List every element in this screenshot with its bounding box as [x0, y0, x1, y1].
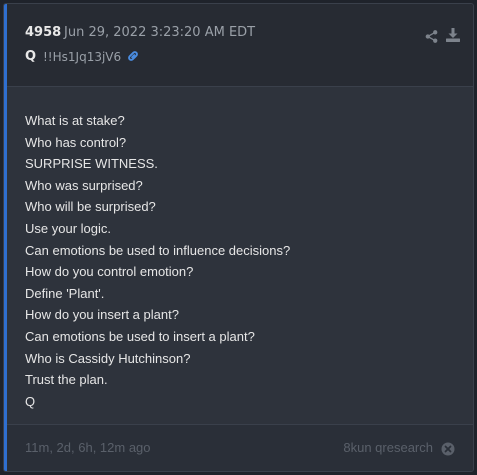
message-line: Trust the plan.	[25, 372, 108, 388]
post-number[interactable]: 4958	[25, 25, 61, 40]
message-line: SURPRISE WITNESS.	[25, 156, 158, 172]
message-line: How do you control emotion?	[25, 264, 194, 280]
message-line: Who will be surprised?	[25, 199, 156, 215]
post-header: 4958 Jun 29, 2022 3:23:20 AM EDT Q !!Hs1…	[7, 4, 473, 87]
message-line: Who is Cassidy Hutchinson?	[25, 350, 191, 366]
message-line: Q	[25, 393, 36, 409]
time-ago: 11m, 2d, 6h, 12m ago	[25, 440, 151, 455]
share-icon[interactable]	[425, 28, 438, 43]
link-icon[interactable]	[126, 48, 140, 62]
message-line: Can emotions be used to insert a plant?	[25, 328, 255, 344]
message-line: Who was surprised?	[25, 177, 143, 193]
message-text: What is at stake? Who has control? SURPRIS…	[25, 110, 290, 412]
post-author: Q	[25, 49, 37, 64]
post-body: What is at stake? Who has control? SURPRIS…	[7, 87, 473, 427]
post-date: Jun 29, 2022 3:23:20 AM EDT	[64, 25, 256, 40]
message-line: How do you insert a plant?	[25, 307, 179, 323]
close-circle-icon[interactable]	[441, 441, 455, 456]
message-line: What is at stake?	[25, 113, 125, 128]
message-line: Can emotions be used to influence decisi…	[25, 242, 291, 258]
post-tripcode: !!Hs1Jq13jV6	[43, 50, 122, 64]
message-line: Define 'Plant'.	[25, 285, 105, 301]
message-line: Use your logic.	[25, 220, 111, 236]
download-icon[interactable]	[446, 27, 460, 42]
post-footer: 11m, 2d, 6h, 12m ago 8kun qresearch	[7, 424, 473, 471]
post-card: 4958 Jun 29, 2022 3:23:20 AM EDT Q !!Hs1…	[3, 3, 474, 472]
message-line: Who has control?	[25, 134, 127, 150]
source-label: 8kun qresearch	[343, 440, 433, 455]
